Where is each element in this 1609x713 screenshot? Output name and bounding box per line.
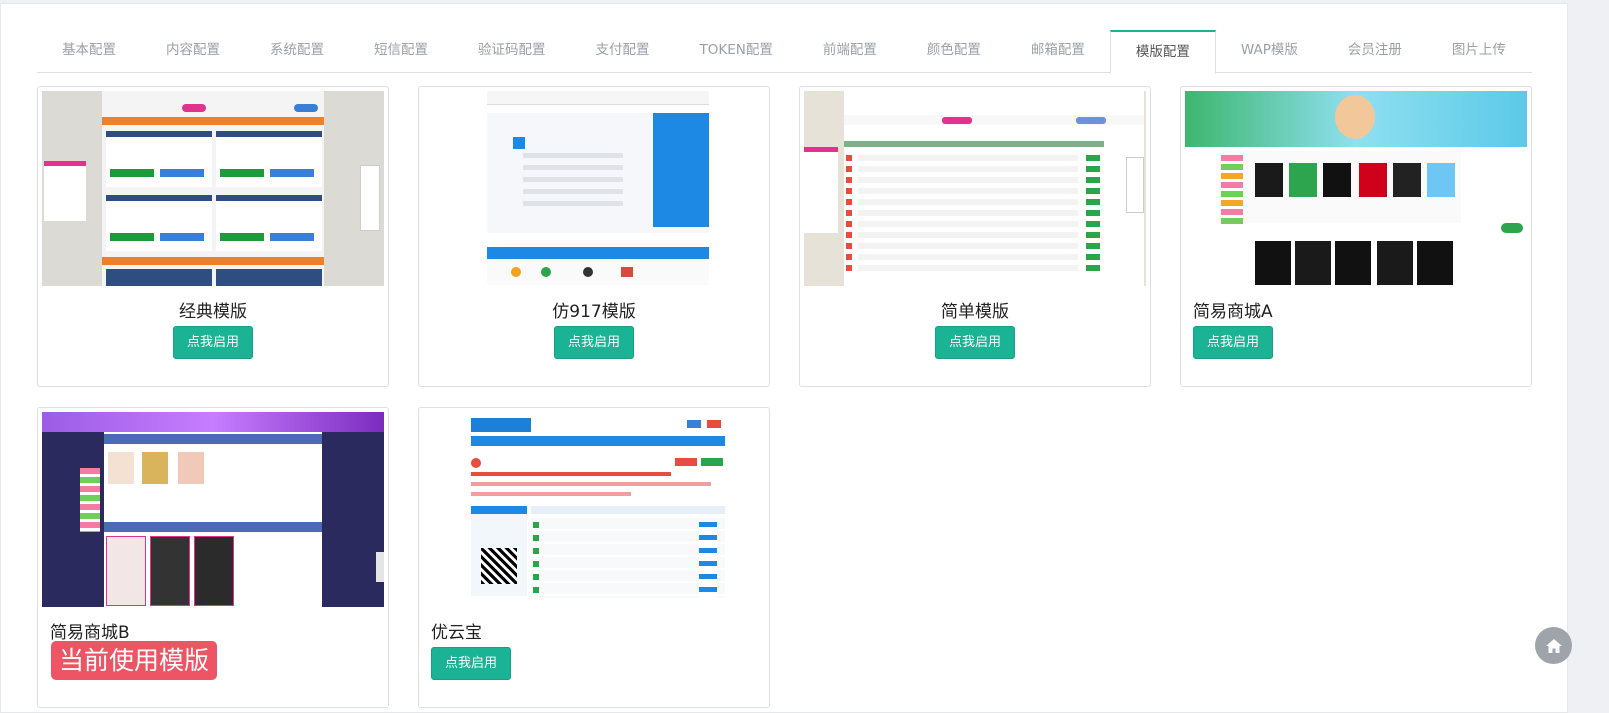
tab-sms[interactable]: 短信配置 <box>349 30 453 73</box>
home-button[interactable] <box>1535 627 1572 664</box>
home-icon <box>1545 638 1562 653</box>
template-name: 仿917模版 <box>552 302 636 322</box>
template-thumbnail <box>1185 91 1527 286</box>
template-name: 简单模版 <box>941 302 1009 322</box>
enable-template-button[interactable]: 点我启用 <box>1193 326 1273 359</box>
template-thumbnail <box>804 91 1146 286</box>
tab-frontend[interactable]: 前端配置 <box>798 30 902 73</box>
enable-template-button[interactable]: 点我启用 <box>431 647 511 680</box>
template-name: 简易商城A <box>1193 302 1273 322</box>
template-card-mall-a: 简易商城A 点我启用 <box>1180 86 1532 387</box>
config-tabs: 基本配置 内容配置 系统配置 短信配置 验证码配置 支付配置 TOKEN配置 前… <box>37 30 1532 74</box>
tab-color[interactable]: 颜色配置 <box>902 30 1006 73</box>
template-card-mall-b: 简易商城B 当前使用模版 <box>37 407 389 708</box>
template-card-917: 仿917模版 点我启用 <box>418 86 770 387</box>
template-thumbnail <box>42 91 384 286</box>
template-thumbnail <box>42 412 384 607</box>
template-card-youyunbao: 优云宝 点我启用 <box>418 407 770 708</box>
tab-content[interactable]: 内容配置 <box>141 30 245 73</box>
enable-template-button[interactable]: 点我启用 <box>554 326 634 359</box>
tab-template[interactable]: 模版配置 <box>1109 30 1216 74</box>
template-thumbnail <box>423 91 765 286</box>
tab-wap-template[interactable]: WAP模版 <box>1216 30 1323 73</box>
template-name: 简易商城B <box>50 623 130 643</box>
current-template-badge: 当前使用模版 <box>51 641 218 680</box>
tab-member-register[interactable]: 会员注册 <box>1323 30 1427 73</box>
template-name: 优云宝 <box>431 623 482 643</box>
tab-payment[interactable]: 支付配置 <box>571 30 675 73</box>
tab-basic[interactable]: 基本配置 <box>37 30 141 73</box>
template-name: 经典模版 <box>179 302 247 322</box>
enable-template-button[interactable]: 点我启用 <box>935 326 1015 359</box>
template-card-simple: 简单模版 点我启用 <box>799 86 1151 387</box>
tab-image-upload[interactable]: 图片上传 <box>1427 30 1531 73</box>
enable-template-button[interactable]: 点我启用 <box>173 326 253 359</box>
tab-captcha[interactable]: 验证码配置 <box>453 30 571 73</box>
template-card-classic: 经典模版 点我启用 <box>37 86 389 387</box>
settings-panel: 基本配置 内容配置 系统配置 短信配置 验证码配置 支付配置 TOKEN配置 前… <box>0 3 1568 713</box>
tab-token[interactable]: TOKEN配置 <box>675 30 798 73</box>
tab-system[interactable]: 系统配置 <box>245 30 349 73</box>
tab-email[interactable]: 邮箱配置 <box>1006 30 1110 73</box>
template-thumbnail <box>423 412 765 607</box>
